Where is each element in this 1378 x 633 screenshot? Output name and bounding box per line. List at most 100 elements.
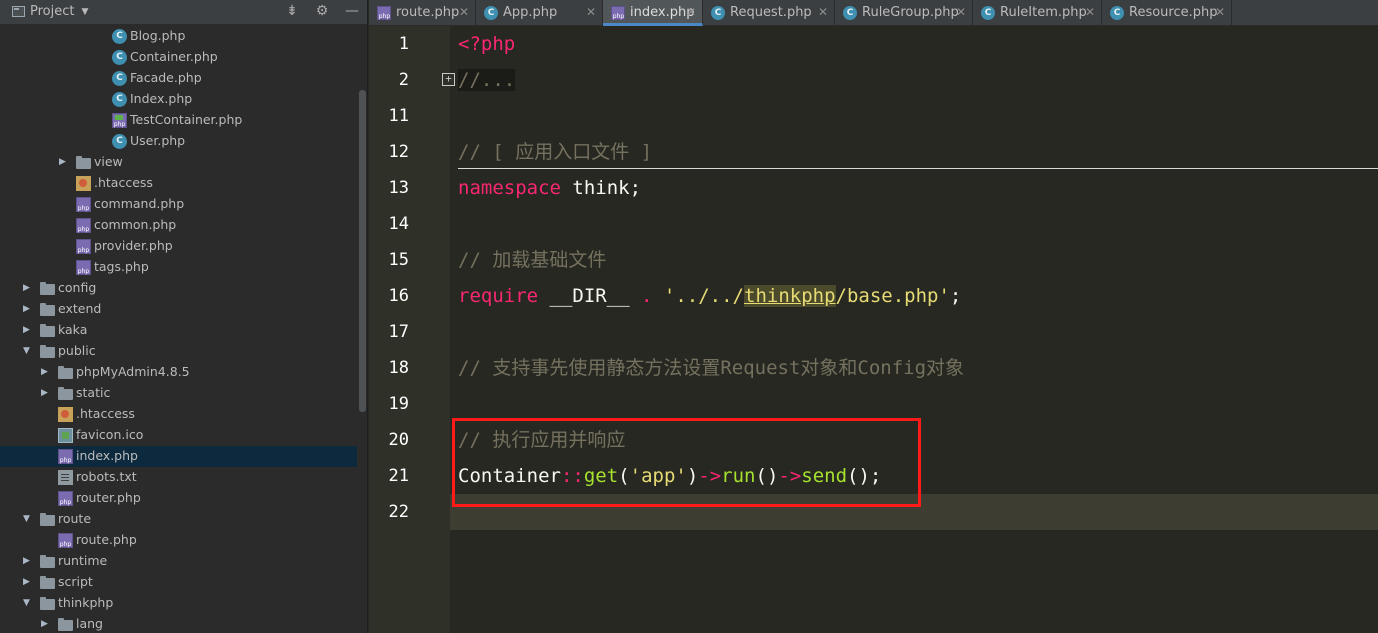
collapse-arrow-icon[interactable]: ▶ bbox=[41, 366, 51, 378]
php-class-icon: C bbox=[843, 6, 857, 20]
code-token: //... bbox=[458, 69, 516, 91]
code-line[interactable]: // [ 应用入口文件 ] bbox=[458, 134, 652, 170]
tree-folder[interactable]: ▼ thinkphp bbox=[0, 593, 357, 614]
editor-tab[interactable]: C RuleItem.php ✕ bbox=[973, 0, 1102, 26]
tree-folder[interactable]: ▶ lang bbox=[0, 614, 357, 633]
collapse-all-icon[interactable]: ⇟ bbox=[284, 3, 300, 19]
tree-folder[interactable]: ▼ public bbox=[0, 341, 357, 362]
tree-file[interactable]: .htaccess bbox=[0, 404, 357, 425]
php-file-icon bbox=[58, 533, 73, 548]
tree-file[interactable]: router.php bbox=[0, 488, 357, 509]
collapse-arrow-icon[interactable]: ▶ bbox=[23, 576, 33, 588]
collapse-arrow-icon[interactable]: ▶ bbox=[59, 156, 69, 168]
tab-label: RuleItem.php bbox=[1000, 5, 1087, 20]
editor-tab[interactable]: C Request.php ✕ bbox=[703, 0, 835, 26]
code-line[interactable]: namespace think; bbox=[458, 170, 641, 206]
project-view-selector[interactable]: Project ▼ bbox=[12, 4, 88, 19]
tree-item-label: User.php bbox=[130, 133, 186, 148]
expand-arrow-icon[interactable]: ▼ bbox=[23, 513, 33, 525]
line-number: 1 bbox=[398, 34, 409, 54]
tree-file[interactable]: C Container.php bbox=[0, 47, 357, 68]
collapse-arrow-icon[interactable]: ▶ bbox=[23, 303, 33, 315]
code-line[interactable]: // 执行应用并响应 bbox=[458, 422, 625, 458]
code-line[interactable]: // 支持事先使用静态方法设置Request对象和Config对象 bbox=[458, 350, 964, 386]
tree-file[interactable]: .htaccess bbox=[0, 173, 357, 194]
tree-folder[interactable]: ▶ extend bbox=[0, 299, 357, 320]
expand-arrow-icon[interactable]: ▼ bbox=[23, 597, 33, 609]
fold-expand-icon[interactable]: + bbox=[442, 73, 455, 86]
tree-file[interactable]: route.php bbox=[0, 530, 357, 551]
tab-label: Resource.php bbox=[1129, 5, 1218, 20]
line-number: 20 bbox=[388, 430, 409, 450]
tree-item-label: lang bbox=[76, 616, 103, 631]
editor-tab[interactable]: C App.php ✕ bbox=[476, 0, 603, 26]
minimize-icon[interactable]: — bbox=[344, 3, 360, 19]
editor-tab[interactable]: route.php✕ bbox=[369, 0, 476, 26]
code-line[interactable]: <?php bbox=[458, 26, 515, 62]
tree-file[interactable]: index.php bbox=[0, 446, 357, 467]
collapse-arrow-icon[interactable]: ▶ bbox=[23, 282, 33, 294]
tree-folder[interactable]: ▶ script bbox=[0, 572, 357, 593]
close-icon[interactable]: ✕ bbox=[459, 5, 469, 19]
tree-file[interactable]: common.php bbox=[0, 215, 357, 236]
code-line[interactable]: // 加载基础文件 bbox=[458, 242, 606, 278]
close-icon[interactable]: ✕ bbox=[586, 5, 596, 19]
code-line[interactable]: Container::get('app')->run()->send(); bbox=[458, 458, 881, 494]
tab-label: index.php bbox=[630, 5, 695, 20]
code-token: '../../ bbox=[652, 285, 744, 307]
tree-folder[interactable]: ▼ route bbox=[0, 509, 357, 530]
line-number: 11 bbox=[388, 106, 409, 126]
tree-file[interactable]: robots.txt bbox=[0, 467, 357, 488]
collapse-arrow-icon[interactable]: ▶ bbox=[23, 324, 33, 336]
php-class-icon: C bbox=[711, 6, 725, 20]
tree-file[interactable]: C Index.php bbox=[0, 89, 357, 110]
tree-file[interactable]: C Facade.php bbox=[0, 68, 357, 89]
code-token: Container bbox=[458, 465, 561, 487]
editor-tab[interactable]: C Resource.php ✕ bbox=[1102, 0, 1232, 26]
close-icon[interactable]: ✕ bbox=[818, 5, 828, 19]
tree-folder[interactable]: ▶ runtime bbox=[0, 551, 357, 572]
folder-icon bbox=[40, 281, 55, 296]
collapse-arrow-icon[interactable]: ▶ bbox=[41, 387, 51, 399]
code-line[interactable]: //... bbox=[458, 62, 516, 98]
code-line[interactable]: require __DIR__ . '../../thinkphp/base.p… bbox=[458, 278, 961, 314]
tree-folder[interactable]: ▶ view bbox=[0, 152, 357, 173]
tree-file[interactable]: C User.php bbox=[0, 131, 357, 152]
line-number: 13 bbox=[388, 178, 409, 198]
php-class-icon: C bbox=[112, 92, 127, 107]
code-editor[interactable]: 1 2 11 12 13 14 15 16 17 18 19 20 21 22 + <?php//... /… bbox=[369, 26, 1378, 633]
close-icon[interactable]: ✕ bbox=[956, 5, 966, 19]
tree-folder[interactable]: ▶ config bbox=[0, 278, 357, 299]
project-tree-scrollbar[interactable] bbox=[359, 90, 366, 412]
folder-icon bbox=[58, 365, 73, 380]
tree-file[interactable]: favicon.ico bbox=[0, 425, 357, 446]
collapse-arrow-icon[interactable]: ▶ bbox=[23, 555, 33, 567]
close-icon[interactable]: ✕ bbox=[1215, 5, 1225, 19]
tree-file[interactable]: tags.php bbox=[0, 257, 357, 278]
expand-arrow-icon[interactable]: ▼ bbox=[23, 345, 33, 357]
code-token: // [ 应用入口文件 ] bbox=[458, 141, 653, 163]
htaccess-icon bbox=[76, 176, 91, 191]
code-token: require bbox=[458, 285, 539, 307]
tree-folder[interactable]: ▶ phpMyAdmin4.8.5 bbox=[0, 362, 357, 383]
tree-file[interactable]: command.php bbox=[0, 194, 357, 215]
close-icon[interactable]: ✕ bbox=[1085, 5, 1095, 19]
editor-tab[interactable]: C RuleGroup.php ✕ bbox=[835, 0, 973, 26]
project-panel: Project ▼ ⇟ ⚙ — C Blog.php C Container.php C… bbox=[0, 0, 368, 633]
folder-icon bbox=[76, 155, 91, 170]
folder-icon bbox=[40, 512, 55, 527]
close-icon[interactable]: ✕ bbox=[686, 5, 696, 19]
tree-item-label: .htaccess bbox=[94, 175, 153, 190]
tree-file[interactable]: provider.php bbox=[0, 236, 357, 257]
code-token: ; bbox=[949, 285, 962, 307]
editor-tab[interactable]: index.php✕ bbox=[603, 0, 703, 26]
collapse-arrow-icon[interactable]: ▶ bbox=[41, 618, 51, 630]
tree-file[interactable]: TestContainer.php bbox=[0, 110, 357, 131]
gear-icon[interactable]: ⚙ bbox=[314, 3, 330, 19]
tree-folder[interactable]: ▶ static bbox=[0, 383, 357, 404]
tree-folder[interactable]: ▶ kaka bbox=[0, 320, 357, 341]
tree-file[interactable]: C Blog.php bbox=[0, 26, 357, 47]
php-file-icon bbox=[76, 218, 91, 233]
line-number: 15 bbox=[388, 250, 409, 270]
php-class-icon: C bbox=[484, 6, 498, 20]
